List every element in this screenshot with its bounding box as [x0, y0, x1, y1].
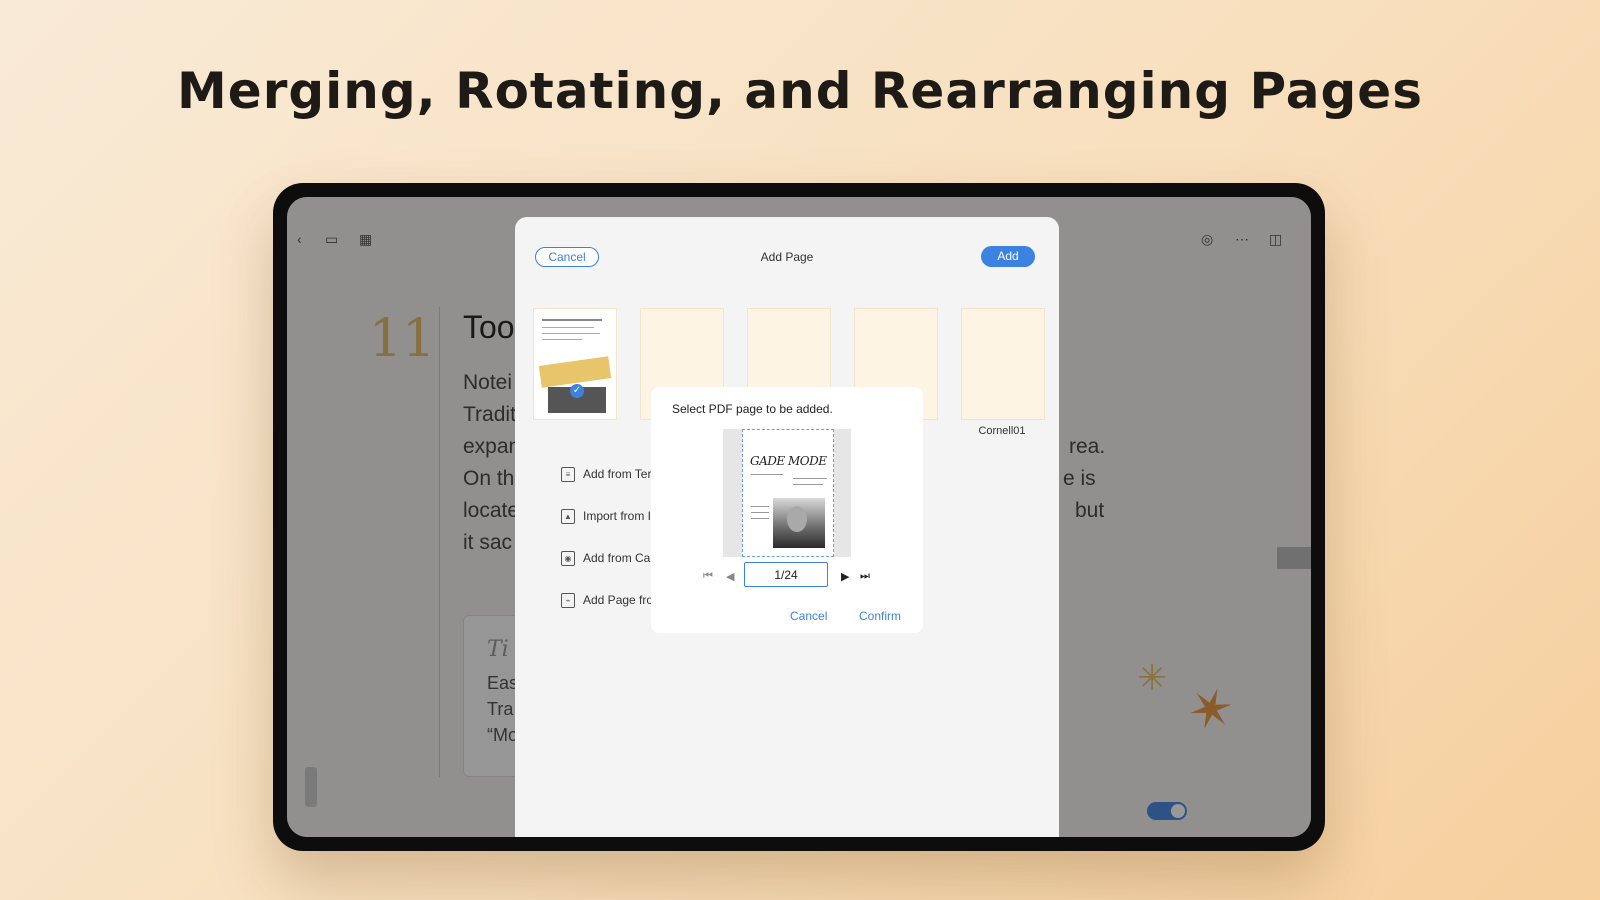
next-page-icon[interactable]: ▶ — [841, 570, 849, 583]
template-icon: ≡ — [561, 467, 575, 483]
sheet-add-button[interactable]: Add — [981, 246, 1035, 267]
menu-add-page-from-pdf[interactable]: ⌁ Add Page fro — [561, 593, 654, 609]
last-page-icon[interactable]: ⏭ — [860, 570, 870, 583]
pdf-page-preview[interactable]: GADE MODE — [742, 429, 834, 557]
pdf-page-thumbnail[interactable]: ✓ — [533, 308, 617, 420]
sheet-title: Add Page — [760, 250, 814, 264]
dialog-confirm-button[interactable]: Confirm — [859, 609, 901, 623]
menu-item-label: Import from I — [583, 509, 652, 523]
dialog-cancel-button[interactable]: Cancel — [790, 609, 827, 623]
menu-item-label: Add from Ca — [583, 551, 651, 565]
prev-page-icon[interactable]: ◀ — [726, 570, 734, 583]
camera-icon: ◉ — [561, 551, 575, 567]
pdf-portrait — [787, 506, 807, 532]
pdf-icon: ⌁ — [561, 593, 575, 609]
image-icon: ▲ — [561, 509, 575, 525]
page-headline: Merging, Rotating, and Rearranging Pages — [177, 62, 1423, 120]
select-pdf-page-dialog: Select PDF page to be added. GADE MODE ⏮… — [651, 387, 923, 633]
dialog-title: Select PDF page to be added. — [672, 402, 833, 416]
template-label: Cornell01 — [978, 425, 1026, 437]
pdf-masthead: GADE MODE — [750, 454, 827, 468]
pdf-preview-frame: GADE MODE — [723, 429, 851, 557]
menu-add-from-template[interactable]: ≡ Add from Ter — [561, 467, 652, 483]
first-page-icon[interactable]: ⏮ — [703, 570, 713, 583]
template-thumbnail-cornell[interactable] — [961, 308, 1045, 420]
menu-add-from-camera[interactable]: ◉ Add from Ca — [561, 551, 651, 567]
menu-import-from-image[interactable]: ▲ Import from I — [561, 509, 652, 525]
check-icon: ✓ — [570, 384, 584, 398]
tablet-frame: ‹ ▭ ▦ ◎ ⋯ ◫ 11 Too Notei Tradit expan On… — [273, 183, 1325, 851]
menu-item-label: Add from Ter — [583, 467, 652, 481]
menu-item-label: Add Page fro — [583, 593, 654, 607]
page-number-input[interactable]: 1/24 — [744, 562, 828, 587]
tablet-screen: ‹ ▭ ▦ ◎ ⋯ ◫ 11 Too Notei Tradit expan On… — [287, 197, 1311, 837]
